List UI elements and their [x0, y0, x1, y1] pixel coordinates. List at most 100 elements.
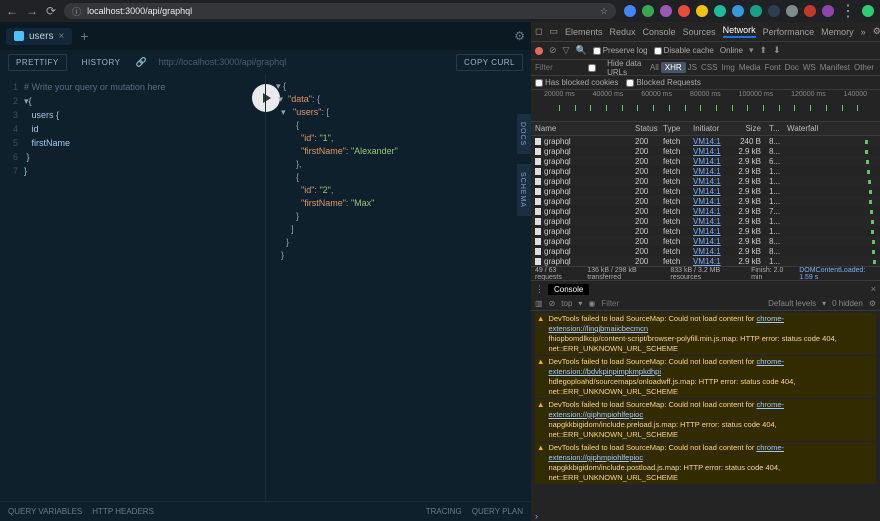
blocked-requests-checkbox[interactable]: Blocked Requests — [626, 78, 700, 87]
filter-type-doc[interactable]: Doc — [783, 63, 801, 72]
gear-icon[interactable]: ⚙ — [514, 29, 525, 43]
console-filter[interactable] — [601, 299, 762, 308]
blocked-cookies-checkbox[interactable]: Has blocked cookies — [535, 78, 618, 87]
address-bar[interactable]: ⓘ localhost:3000/api/graphql ☆ — [64, 3, 616, 19]
endpoint-url[interactable]: http://localhost:3000/api/graphql — [155, 57, 448, 67]
preserve-log-checkbox[interactable]: Preserve log — [593, 46, 648, 55]
throttle-select[interactable]: Online — [720, 46, 743, 55]
table-row[interactable]: graphql200fetchVM14:12.9 kB1... — [531, 186, 880, 196]
table-row[interactable]: graphql200fetchVM14:12.9 kB1... — [531, 256, 880, 266]
network-filter-row2: Has blocked cookies Blocked Requests — [531, 76, 880, 90]
ext-icon[interactable] — [732, 5, 744, 17]
filter-type-font[interactable]: Font — [763, 63, 783, 72]
ext-icon[interactable] — [822, 5, 834, 17]
schema-tab[interactable]: SCHEMA — [517, 164, 531, 216]
search-icon[interactable]: 🔍 — [575, 45, 586, 56]
table-row[interactable]: graphql200fetchVM14:12.9 kB1... — [531, 176, 880, 186]
query-plan-tab[interactable]: QUERY PLAN — [472, 507, 523, 516]
back-icon[interactable]: ← — [6, 4, 18, 18]
device-icon[interactable]: ▭ — [549, 26, 558, 37]
tab-sources[interactable]: Sources — [683, 27, 716, 37]
gear-icon[interactable]: ⚙ — [873, 26, 880, 37]
ext-icon[interactable] — [624, 5, 636, 17]
close-icon[interactable]: × — [58, 31, 64, 42]
table-row[interactable]: graphql200fetchVM14:12.9 kB8... — [531, 236, 880, 246]
filter-type-xhr[interactable]: XHR — [661, 62, 686, 73]
filter-type-css[interactable]: CSS — [699, 63, 719, 72]
tab-memory[interactable]: Memory — [821, 27, 854, 37]
inspect-icon[interactable]: ◻ — [535, 26, 542, 37]
levels-select[interactable]: Default levels — [768, 299, 816, 308]
eye-icon[interactable]: ◉ — [588, 299, 595, 308]
filter-type-js[interactable]: JS — [686, 63, 699, 72]
download-icon[interactable]: ⬇ — [773, 45, 781, 56]
ext-icon[interactable] — [714, 5, 726, 17]
context-select[interactable]: top — [561, 299, 572, 308]
http-headers-tab[interactable]: HTTP HEADERS — [92, 507, 154, 516]
table-row[interactable]: graphql200fetchVM14:12.9 kB8... — [531, 146, 880, 156]
console-prompt[interactable]: › — [531, 511, 880, 521]
filter-type-manifest[interactable]: Manifest — [818, 63, 852, 72]
menu-icon[interactable]: ⋮ — [840, 1, 856, 21]
tab-elements[interactable]: Elements — [565, 27, 603, 37]
network-timeline[interactable]: 20000 ms40000 ms60000 ms80000 ms100000 m… — [531, 90, 880, 122]
table-row[interactable]: graphql200fetchVM14:12.9 kB7... — [531, 206, 880, 216]
ext-icon[interactable] — [804, 5, 816, 17]
clear-icon[interactable]: ⊘ — [549, 299, 556, 308]
new-tab-button[interactable]: + — [80, 28, 88, 44]
tab-redux[interactable]: Redux — [610, 27, 636, 37]
query-variables-tab[interactable]: QUERY VARIABLES — [8, 507, 82, 516]
forward-icon[interactable]: → — [26, 4, 38, 18]
ext-icon[interactable] — [678, 5, 690, 17]
table-row[interactable]: graphql200fetchVM14:12.9 kB1... — [531, 226, 880, 236]
table-row[interactable]: graphql200fetchVM14:1240 B8... — [531, 136, 880, 146]
gear-icon[interactable]: ⚙ — [869, 299, 876, 308]
console-tab[interactable]: Console — [548, 284, 589, 295]
history-button[interactable]: HISTORY — [75, 55, 128, 70]
ext-icon[interactable] — [786, 5, 798, 17]
filter-type-ws[interactable]: WS — [801, 63, 818, 72]
tab-network[interactable]: Network — [723, 25, 756, 38]
console-warning: ▲DevTools failed to load SourceMap: Coul… — [535, 313, 876, 355]
record-button[interactable] — [535, 47, 543, 55]
disable-cache-checkbox[interactable]: Disable cache — [654, 46, 714, 55]
hidden-count: 0 hidden — [832, 299, 863, 308]
filter-type-all[interactable]: All — [648, 63, 661, 72]
filter-type-media[interactable]: Media — [737, 63, 763, 72]
prettify-button[interactable]: PRETTIFY — [8, 54, 67, 71]
query-editor[interactable]: 1# Write your query or mutation here 2▾{… — [0, 74, 265, 501]
more-tabs[interactable]: » — [861, 27, 866, 37]
docs-tab[interactable]: DOCS — [517, 114, 531, 154]
tracing-tab[interactable]: TRACING — [426, 507, 462, 516]
reload-icon[interactable]: ⟳ — [46, 4, 56, 18]
table-row[interactable]: graphql200fetchVM14:12.9 kB1... — [531, 216, 880, 226]
devtools-tabs: ◻ ▭ Elements Redux Console Sources Netwo… — [531, 22, 880, 42]
drawer-menu-icon[interactable]: ⋮ — [535, 284, 544, 295]
table-row[interactable]: graphql200fetchVM14:12.9 kB6... — [531, 156, 880, 166]
ext-icon[interactable] — [696, 5, 708, 17]
filter-type-other[interactable]: Other — [852, 63, 876, 72]
upload-icon[interactable]: ⬆ — [760, 45, 768, 56]
table-row[interactable]: graphql200fetchVM14:12.9 kB1... — [531, 166, 880, 176]
sidebar-icon[interactable]: ▥ — [535, 299, 543, 308]
tab-performance[interactable]: Performance — [763, 27, 815, 37]
filter-icon[interactable]: ▽ — [563, 45, 570, 56]
ext-icon[interactable] — [768, 5, 780, 17]
avatar[interactable] — [862, 5, 874, 17]
star-icon[interactable]: ☆ — [600, 6, 608, 17]
table-header[interactable]: Name Status Type Initiator Size T... Wat… — [531, 122, 880, 136]
close-icon[interactable]: × — [871, 284, 876, 294]
clear-icon[interactable]: ⊘ — [549, 45, 557, 56]
copy-curl-button[interactable]: COPY CURL — [456, 54, 523, 71]
filter-type-img[interactable]: Img — [719, 63, 736, 72]
table-row[interactable]: graphql200fetchVM14:12.9 kB1... — [531, 196, 880, 206]
table-row[interactable]: graphql200fetchVM14:12.9 kB8... — [531, 246, 880, 256]
ext-icon[interactable] — [750, 5, 762, 17]
hide-data-urls[interactable]: Hide data URLs — [579, 59, 644, 77]
playground-tab[interactable]: users × — [6, 28, 72, 45]
tab-console[interactable]: Console — [643, 27, 676, 37]
ext-icon[interactable] — [642, 5, 654, 17]
ext-icon[interactable] — [660, 5, 672, 17]
chevron-down-icon[interactable]: ▾ — [749, 45, 754, 56]
filter-input[interactable] — [535, 63, 575, 72]
